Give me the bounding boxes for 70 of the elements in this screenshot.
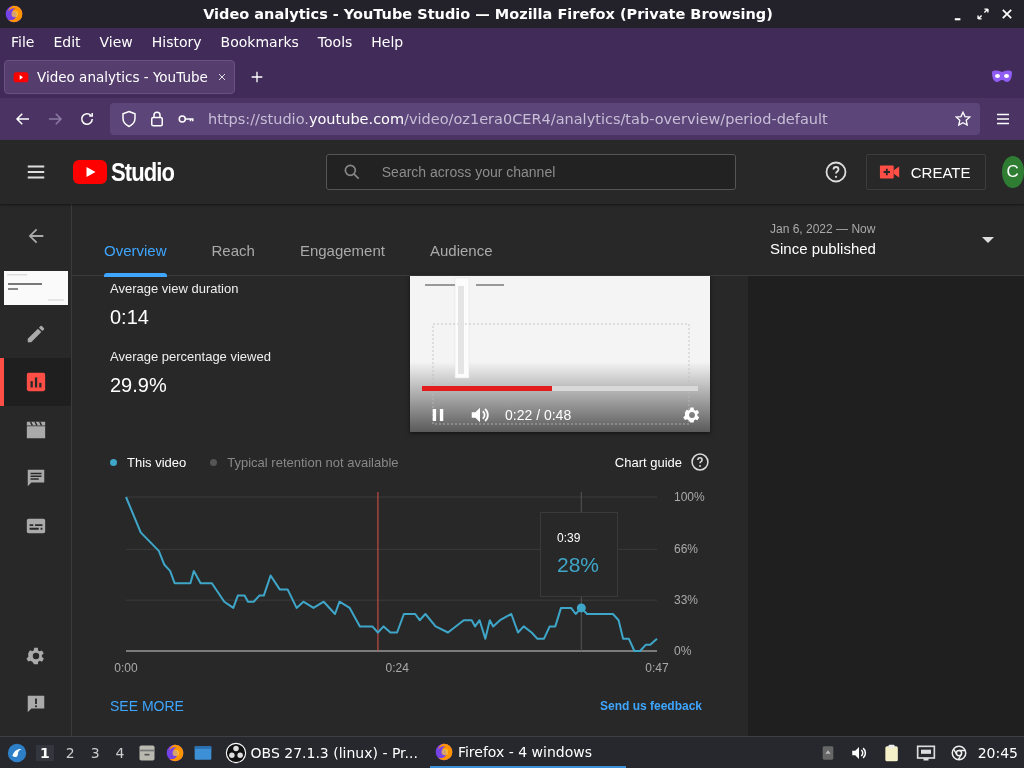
date-range: Jan 6, 2022 — Now: [770, 222, 877, 236]
tab[interactable]: Overview: [104, 242, 167, 275]
workspace-button[interactable]: 3: [86, 744, 104, 761]
firefox-icon[interactable]: [164, 742, 185, 763]
y-tick-label: 66%: [674, 542, 699, 557]
workspace-button[interactable]: 2: [61, 744, 79, 761]
menu-item[interactable]: Bookmarks: [213, 31, 306, 53]
menu-item[interactable]: Edit: [46, 31, 88, 53]
browser-tab[interactable]: Video analytics - YouTube: [4, 60, 235, 94]
menu-item[interactable]: History: [144, 31, 209, 53]
clapperboard-icon[interactable]: [24, 419, 47, 441]
feedback-link[interactable]: Send us feedback: [599, 699, 702, 713]
y-tick-label: 0%: [674, 644, 692, 658]
url-text: https://studio.youtube.com/video/oz1era0CER4/analytics/tab-overview/period-default: [208, 111, 829, 127]
help-icon[interactable]: [823, 160, 848, 184]
workspace-button[interactable]: 4: [111, 744, 129, 761]
logo-text: Studio: [111, 157, 175, 187]
metric-value: 29.9%: [110, 374, 168, 397]
search-field[interactable]: Search across your channel: [325, 154, 736, 190]
tab[interactable]: Reach: [211, 242, 255, 275]
chrome-icon[interactable]: [949, 743, 968, 762]
back-icon[interactable]: [14, 110, 32, 128]
create-button[interactable]: CREATE: [865, 154, 986, 190]
tab[interactable]: Engagement: [299, 242, 385, 275]
tooltip-value: 28%: [557, 553, 601, 577]
close-icon[interactable]: [1000, 7, 1014, 21]
firefox-icon: [4, 4, 24, 24]
menu-item[interactable]: Tools: [310, 31, 360, 53]
dropdown-caret-icon[interactable]: [982, 236, 994, 243]
x-tick-label: 0:24: [385, 661, 409, 675]
analytics-icon[interactable]: [24, 371, 47, 393]
menu-item[interactable]: File: [4, 31, 42, 53]
period-label[interactable]: Since published: [770, 240, 982, 257]
x-tick-label: 0:00: [114, 661, 138, 675]
youtube-logo-icon: [73, 160, 107, 184]
maximize-icon[interactable]: [976, 7, 990, 21]
workspace-button[interactable]: 1: [36, 744, 54, 761]
avatar[interactable]: C: [1001, 156, 1024, 188]
firefox-icon: [433, 741, 454, 762]
settings-icon[interactable]: [682, 405, 702, 425]
taskbar-app[interactable]: Firefox - 4 windows: [429, 737, 626, 768]
menu-item[interactable]: View: [92, 31, 140, 53]
bookmark-star-icon[interactable]: [954, 110, 972, 128]
metric-value: 0:14: [110, 306, 150, 329]
playback-time: 0:22 / 0:48: [505, 407, 572, 423]
shield-icon: [120, 110, 138, 128]
start-menu-icon[interactable]: [6, 741, 28, 764]
settings-icon[interactable]: [24, 645, 47, 667]
tooltip-time: 0:39: [557, 531, 582, 545]
hover-point: [576, 603, 586, 613]
youtube-icon: [13, 69, 29, 85]
obs-icon: [224, 741, 247, 764]
clock: 20:45: [977, 744, 1018, 761]
see-more-link[interactable]: SEE MORE: [110, 698, 184, 714]
address-field[interactable]: https://studio.youtube.com/video/oz1era0CER4/analytics/tab-overview/period-default: [110, 103, 980, 135]
lock-icon: [148, 110, 166, 128]
x-tick-label: 0:47: [645, 661, 669, 675]
window-title: Video analytics - YouTube Studio — Mozilla Firefox (Private Browsing): [202, 6, 774, 22]
legend-label: Typical retention not available: [227, 454, 399, 470]
reload-icon[interactable]: [78, 110, 96, 128]
help-icon: [690, 452, 710, 472]
tab[interactable]: Audience: [429, 242, 493, 275]
metric-label: Average view duration: [110, 281, 240, 296]
legend-label: This video: [127, 454, 187, 470]
menu-item[interactable]: Help: [364, 31, 411, 53]
y-tick-label: 100%: [674, 490, 705, 504]
y-tick-label: 33%: [674, 593, 699, 608]
metric-label: Average percentage viewed: [110, 349, 272, 364]
taskbar-app[interactable]: OBS 27.1.3 (linux) - Pr...: [220, 737, 422, 768]
chart-guide-button[interactable]: Chart guide: [614, 452, 710, 472]
